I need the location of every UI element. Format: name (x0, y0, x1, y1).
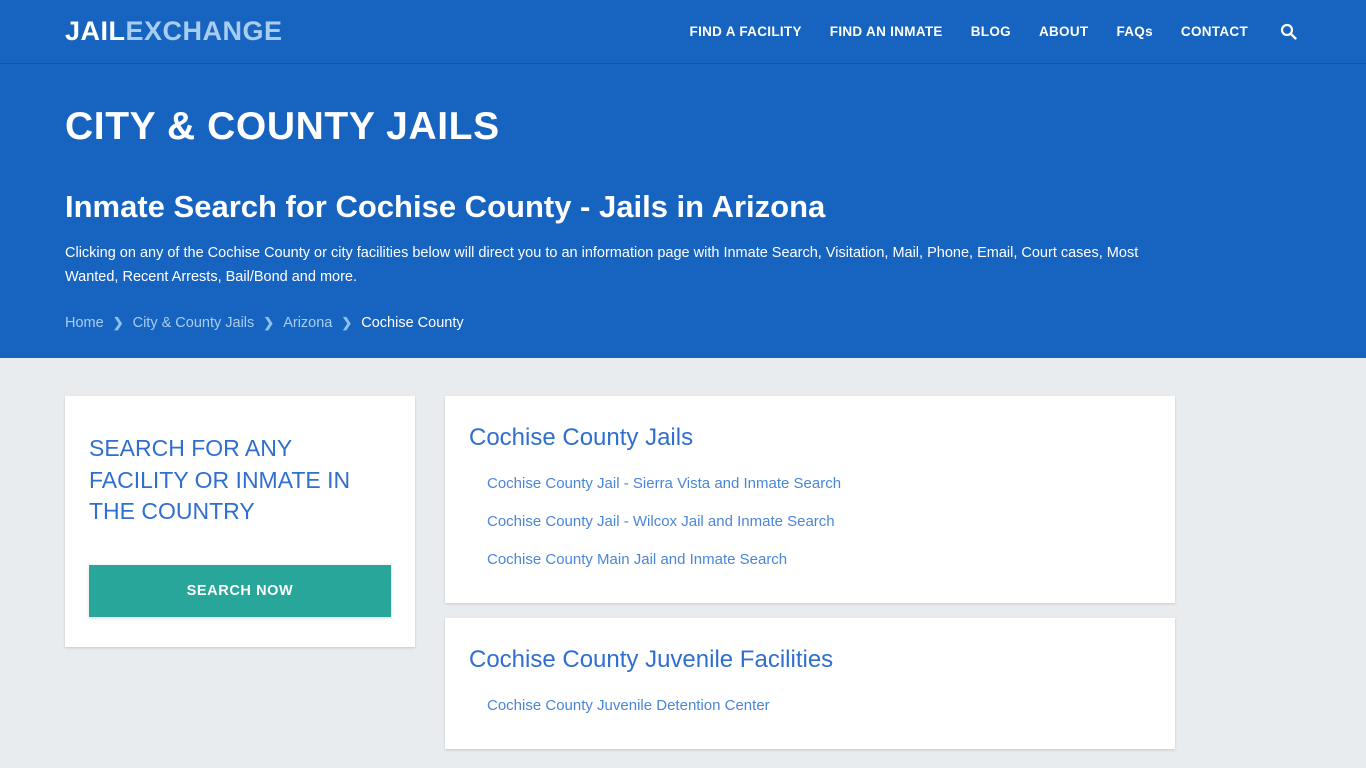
search-promo-card: SEARCH FOR ANY FACILITY OR INMATE IN THE… (65, 396, 415, 648)
facility-link[interactable]: Cochise County Main Jail and Inmate Sear… (487, 551, 787, 568)
facility-link-list: Cochise County Jail - Sierra Vista and I… (469, 475, 1151, 569)
sidebar-column: SEARCH FOR ANY FACILITY OR INMATE IN THE… (65, 396, 415, 648)
page-content: SEARCH FOR ANY FACILITY OR INMATE IN THE… (63, 358, 1303, 750)
page-title: Inmate Search for Cochise County - Jails… (65, 188, 826, 224)
facility-section-title: Cochise County Juvenile Facilities (469, 646, 834, 674)
search-icon[interactable] (1262, 23, 1303, 40)
facility-link[interactable]: Cochise County Jail - Sierra Vista and I… (487, 475, 841, 492)
breadcrumb-item-current: Cochise County (361, 315, 464, 331)
facilities-column: Cochise County Jails Cochise County Jail… (445, 396, 1175, 750)
nav-find-a-facility[interactable]: FIND A FACILITY (676, 24, 816, 39)
header-inner: JAILEXCHANGE FIND A FACILITY FIND AN INM… (63, 18, 1303, 45)
search-promo-title: SEARCH FOR ANY FACILITY OR INMATE IN THE… (89, 435, 351, 525)
facility-link-list: Cochise County Juvenile Detention Center (469, 697, 1151, 715)
logo-text-secondary: EXCHANGE (125, 16, 283, 46)
logo-text-primary: JAIL (65, 16, 126, 46)
facility-section-juvenile: Cochise County Juvenile Facilities Cochi… (445, 618, 1175, 750)
chevron-right-icon: ❯ (112, 315, 124, 330)
page-description: Clicking on any of the Cochise County or… (65, 245, 1139, 285)
nav-faqs[interactable]: FAQs (1102, 24, 1166, 39)
breadcrumb-item-city-county-jails[interactable]: City & County Jails (133, 315, 255, 331)
hero-banner: CITY & COUNTY JAILS Inmate Search for Co… (0, 64, 1366, 358)
facility-link[interactable]: Cochise County Juvenile Detention Center (487, 697, 770, 714)
list-item: Cochise County Juvenile Detention Center (487, 697, 1151, 715)
chevron-right-icon: ❯ (263, 315, 275, 330)
facility-link[interactable]: Cochise County Jail - Wilcox Jail and In… (487, 513, 835, 530)
site-header: JAILEXCHANGE FIND A FACILITY FIND AN INM… (0, 0, 1366, 64)
breadcrumb: Home ❯ City & County Jails ❯ Arizona ❯ C… (65, 315, 1303, 331)
list-item: Cochise County Jail - Wilcox Jail and In… (487, 513, 1151, 531)
breadcrumb-item-arizona[interactable]: Arizona (283, 315, 332, 331)
chevron-right-icon: ❯ (341, 315, 353, 330)
hero-inner: CITY & COUNTY JAILS Inmate Search for Co… (63, 105, 1303, 331)
breadcrumb-item-home[interactable]: Home (65, 315, 104, 331)
nav-about[interactable]: ABOUT (1025, 24, 1103, 39)
nav-blog[interactable]: BLOG (957, 24, 1025, 39)
facility-section-title: Cochise County Jails (469, 424, 694, 451)
page-eyebrow: CITY & COUNTY JAILS (65, 105, 500, 148)
list-item: Cochise County Main Jail and Inmate Sear… (487, 551, 1151, 569)
list-item: Cochise County Jail - Sierra Vista and I… (487, 475, 1151, 493)
main-navigation: FIND A FACILITY FIND AN INMATE BLOG ABOU… (676, 23, 1303, 40)
facility-section-jails: Cochise County Jails Cochise County Jail… (445, 396, 1175, 604)
nav-find-an-inmate[interactable]: FIND AN INMATE (816, 24, 957, 39)
search-now-button[interactable]: SEARCH NOW (89, 565, 391, 618)
nav-contact[interactable]: CONTACT (1167, 24, 1262, 39)
site-logo[interactable]: JAILEXCHANGE (65, 18, 283, 45)
